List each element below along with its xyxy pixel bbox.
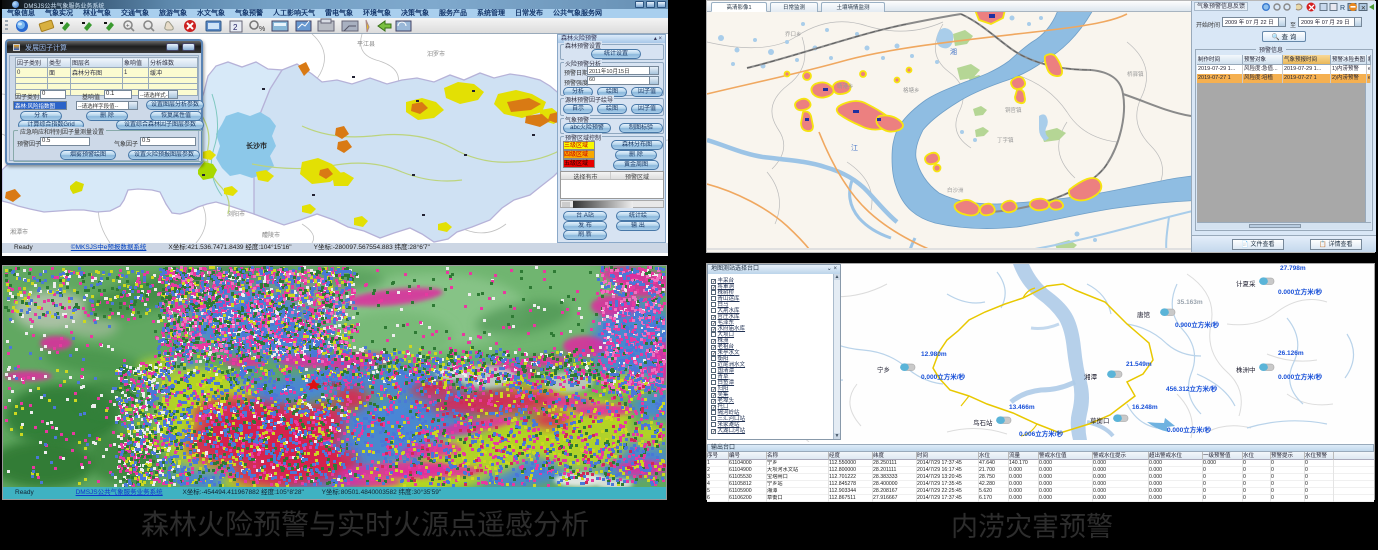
svg-text:乔口乡: 乔口乡 bbox=[785, 31, 802, 38]
svg-text:浏阳市: 浏阳市 bbox=[227, 210, 245, 218]
svg-text:%: % bbox=[259, 26, 265, 33]
svg-text:靖港乡: 靖港乡 bbox=[837, 82, 854, 90]
svg-text:湘潭市: 湘潭市 bbox=[10, 228, 28, 236]
svg-text:汨罗市: 汨罗市 bbox=[427, 50, 445, 58]
svg-text:×: × bbox=[1361, 4, 1366, 13]
svg-text:格塘乡: 格塘乡 bbox=[903, 86, 920, 94]
svg-text:醴陵市: 醴陵市 bbox=[262, 231, 280, 239]
svg-text:+: + bbox=[126, 24, 130, 30]
svg-text:R: R bbox=[1340, 5, 1345, 12]
svg-text:2: 2 bbox=[233, 23, 238, 32]
svg-text:铜官镇: 铜官镇 bbox=[1005, 106, 1022, 114]
svg-text:白沙洲: 白沙洲 bbox=[947, 186, 964, 194]
svg-text:长沙市: 长沙市 bbox=[246, 141, 267, 150]
svg-text:江: 江 bbox=[851, 144, 858, 152]
svg-text:大火蔓延: 大火蔓延 bbox=[321, 381, 341, 388]
svg-text:丁字镇: 丁字镇 bbox=[997, 136, 1014, 144]
svg-text:平江县: 平江县 bbox=[357, 41, 375, 48]
svg-text:桥驿镇: 桥驿镇 bbox=[1127, 70, 1144, 78]
svg-text:湘: 湘 bbox=[950, 47, 957, 56]
